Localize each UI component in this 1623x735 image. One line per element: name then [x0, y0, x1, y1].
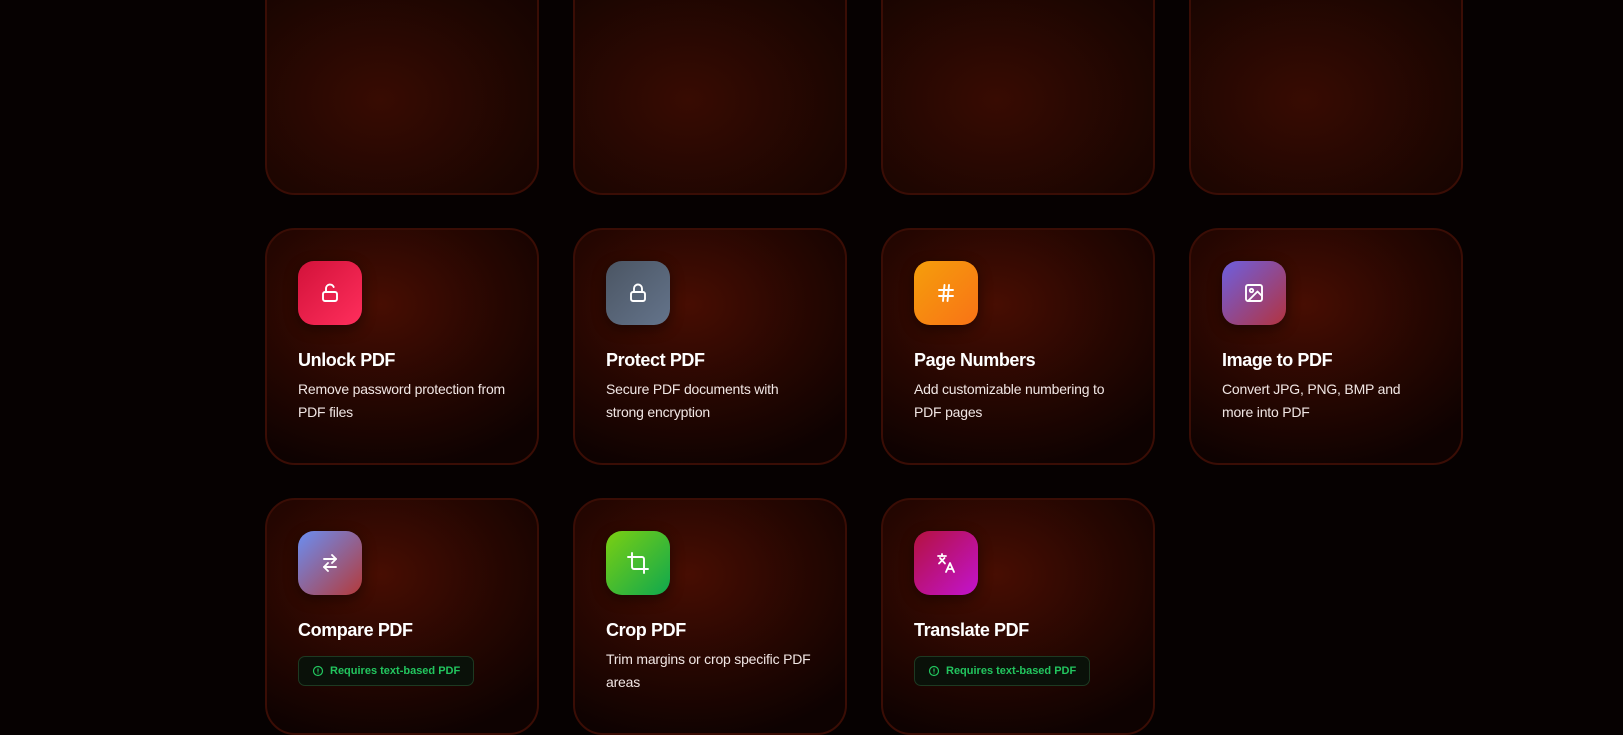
- image-icon: [1222, 261, 1286, 325]
- tool-card-crop-pdf[interactable]: Crop PDF Trim margins or crop specific P…: [573, 498, 847, 735]
- translate-icon: [914, 531, 978, 595]
- tool-title: Image to PDF: [1222, 350, 1333, 370]
- badge-label: Requires text-based PDF: [946, 665, 1077, 677]
- tool-card-page-numbers[interactable]: Page Numbers Add customizable numbering …: [881, 228, 1155, 465]
- requirement-badge: Requires text-based PDF: [298, 656, 475, 686]
- tool-description: Add customizable numbering to PDF pages: [914, 381, 1105, 420]
- tool-card-partial[interactable]: [573, 0, 847, 195]
- tool-card-partial[interactable]: [881, 0, 1155, 195]
- lock-icon: [606, 261, 670, 325]
- tool-title: Page Numbers: [914, 350, 1036, 370]
- tool-card-image-to-pdf[interactable]: Image to PDF Convert JPG, PNG, BMP and m…: [1189, 228, 1463, 465]
- tool-title: Unlock PDF: [298, 350, 396, 370]
- tool-description: Trim margins or crop specific PDF areas: [606, 651, 811, 690]
- tool-card-partial[interactable]: [265, 0, 539, 195]
- tool-title: Translate PDF: [914, 620, 1029, 640]
- tool-title: Protect PDF: [606, 350, 705, 370]
- unlock-icon: [298, 261, 362, 325]
- tool-card-unlock-pdf[interactable]: Unlock PDF Remove password protection fr…: [265, 228, 539, 465]
- hash-icon: [914, 261, 978, 325]
- info-icon: [312, 665, 324, 677]
- tool-title: Crop PDF: [606, 620, 686, 640]
- tool-card-compare-pdf[interactable]: Compare PDF Requires text-based PDF: [265, 498, 539, 735]
- arrows-left-right-icon: [298, 531, 362, 595]
- tools-grid: Unlock PDF Remove password protection fr…: [265, 0, 1463, 735]
- tool-title: Compare PDF: [298, 620, 413, 640]
- info-icon: [928, 665, 940, 677]
- tool-card-protect-pdf[interactable]: Protect PDF Secure PDF documents with st…: [573, 228, 847, 465]
- crop-icon: [606, 531, 670, 595]
- tool-description: Convert JPG, PNG, BMP and more into PDF: [1222, 381, 1401, 420]
- tool-card-translate-pdf[interactable]: Translate PDF Requires text-based PDF: [881, 498, 1155, 735]
- tool-description: Secure PDF documents with strong encrypt…: [606, 381, 779, 420]
- tool-description: Remove password protection from PDF file…: [298, 381, 505, 420]
- badge-label: Requires text-based PDF: [330, 665, 461, 677]
- tool-card-partial[interactable]: [1189, 0, 1463, 195]
- requirement-badge: Requires text-based PDF: [914, 656, 1091, 686]
